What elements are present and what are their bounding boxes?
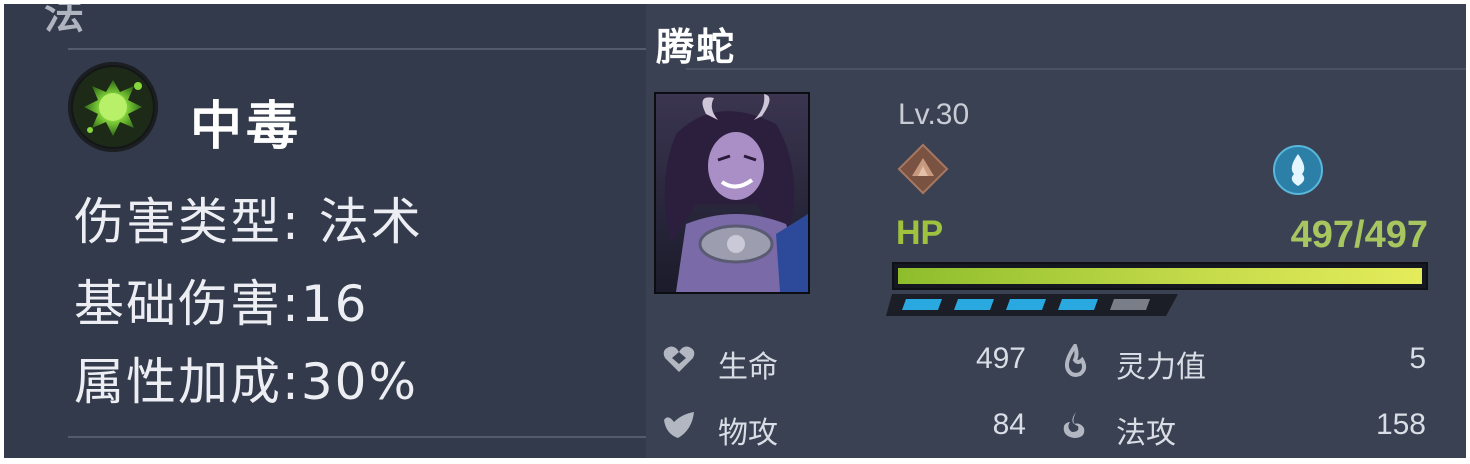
hp-bar-fill [898, 268, 1422, 284]
panel-header-partial: 法 [44, 4, 86, 38]
energy-pips [886, 294, 1178, 316]
heart-life-icon [662, 344, 696, 379]
damage-type-text: 伤害类型: 法术 [74, 193, 423, 251]
energy-pip-filled [1058, 299, 1098, 310]
attribute-bonus-text: 属性加成:30% [74, 353, 418, 411]
character-name: 腾蛇 [656, 25, 737, 69]
divider [68, 436, 646, 438]
spirit-drop-icon [1062, 341, 1088, 383]
character-portrait[interactable] [654, 92, 810, 294]
energy-pip-filled [1006, 299, 1046, 310]
earth-element-icon [894, 140, 952, 203]
stat-value: 497 [975, 342, 1026, 375]
skill-detail-panel: 法 中毒 伤害类型: 法术 基础伤害:16 属性加成:30% [4, 4, 646, 458]
magic-swirl-icon [1060, 410, 1090, 445]
fist-attack-icon [662, 410, 696, 445]
poison-skill-icon [68, 62, 158, 152]
energy-pip-empty [1110, 299, 1150, 310]
stat-value: 158 [1375, 408, 1426, 441]
stat-label: 法攻 [1116, 416, 1176, 451]
divider [68, 48, 646, 50]
skill-name: 中毒 [190, 97, 303, 157]
water-element-icon [1272, 144, 1324, 201]
hp-bar [892, 262, 1428, 290]
stat-value: 5 [1409, 342, 1426, 375]
character-info-panel: 腾蛇 Lv.30 HP 497/497 生命 497 灵力值 5 物攻 84 法… [646, 4, 1466, 458]
stat-value: 84 [992, 408, 1026, 441]
divider [686, 68, 1466, 70]
character-level: Lv.30 [898, 98, 970, 131]
hp-label: HP [896, 214, 944, 252]
stat-label: 灵力值 [1116, 350, 1206, 385]
stat-label: 生命 [718, 350, 778, 385]
stats-row: 生命 497 灵力值 5 [646, 330, 1466, 390]
energy-pip-filled [954, 299, 994, 310]
energy-pip-filled [902, 299, 942, 310]
hp-value: 497/497 [1290, 214, 1428, 256]
base-damage-text: 基础伤害:16 [74, 275, 369, 333]
stats-row: 物攻 84 法攻 158 [646, 396, 1466, 456]
stat-label: 物攻 [718, 416, 778, 451]
